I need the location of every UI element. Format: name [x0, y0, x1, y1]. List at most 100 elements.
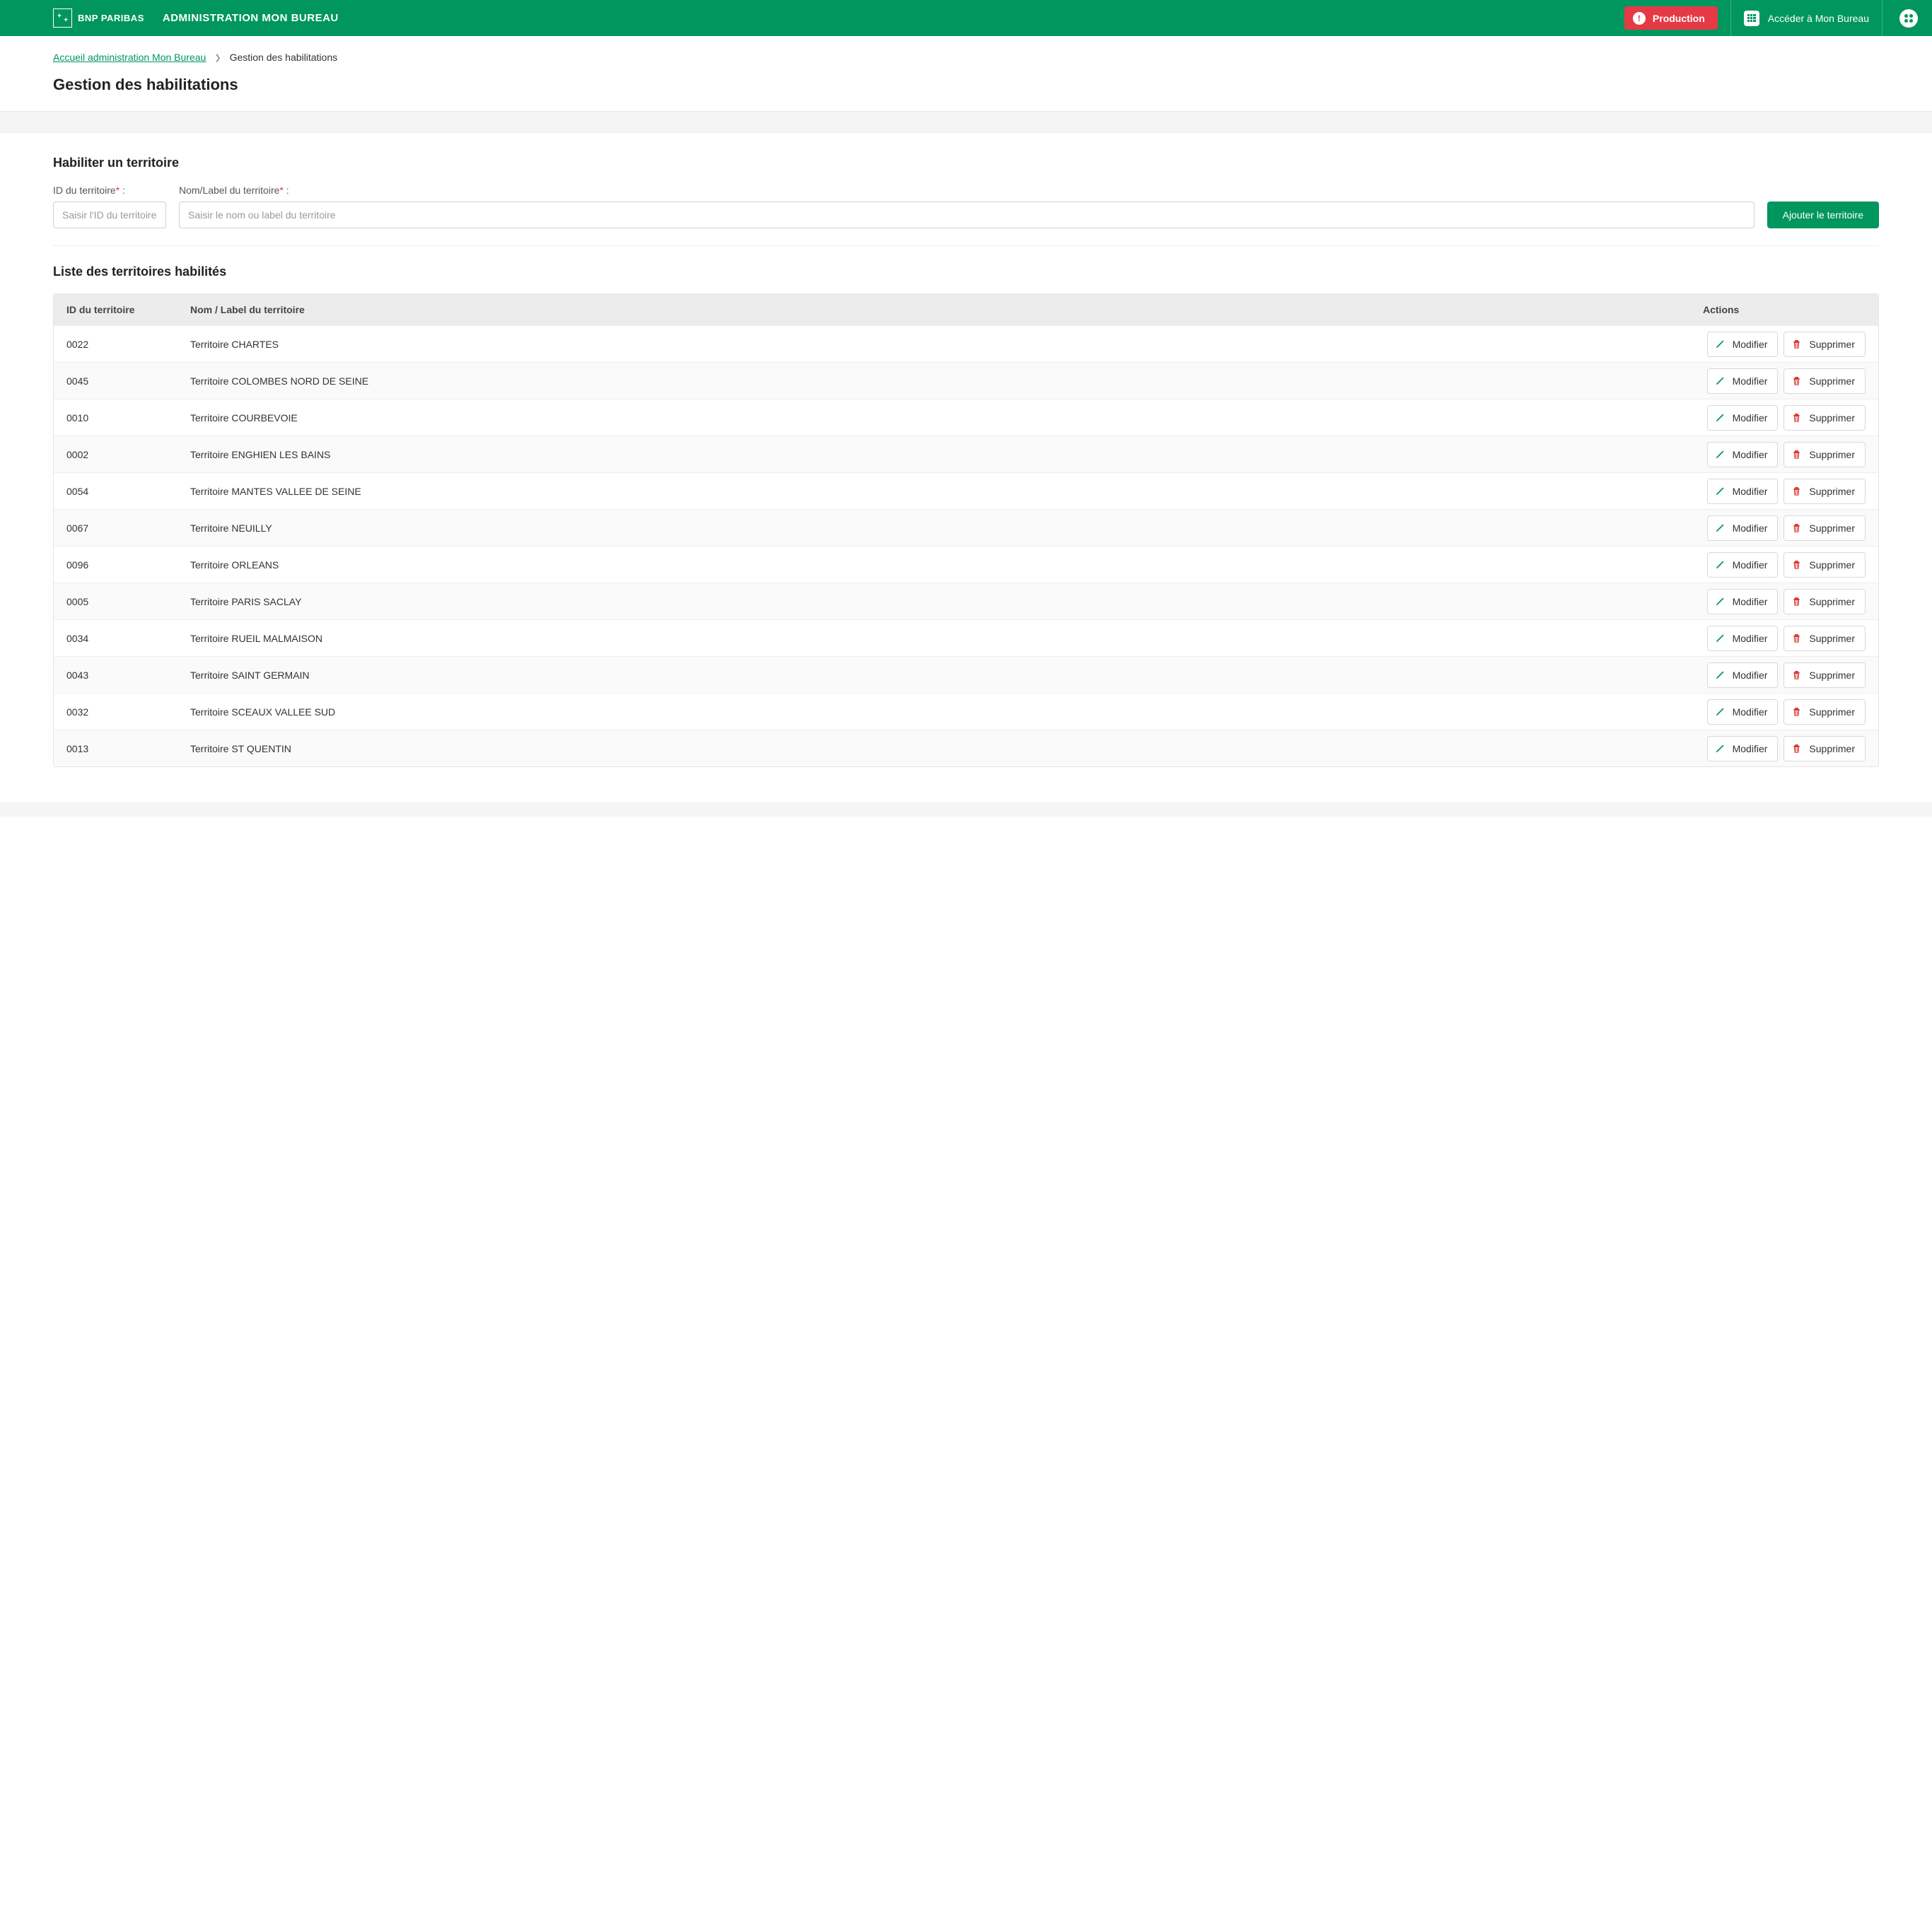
- table-row: 0032 Territoire SCEAUX VALLEE SUD Modifi…: [54, 693, 1878, 730]
- delete-button[interactable]: Supprimer: [1783, 736, 1866, 761]
- delete-button[interactable]: Supprimer: [1783, 479, 1866, 504]
- trash-icon: [1791, 375, 1802, 386]
- delete-button[interactable]: Supprimer: [1783, 332, 1866, 357]
- delete-label: Supprimer: [1809, 486, 1855, 497]
- modify-button[interactable]: Modifier: [1707, 368, 1779, 394]
- territory-id-label: ID du territoire* :: [53, 185, 166, 196]
- col-header-id: ID du territoire: [66, 304, 190, 315]
- territory-name-label: Nom/Label du territoire* :: [179, 185, 1754, 196]
- cell-name: Territoire ST QUENTIN: [190, 743, 1703, 754]
- cell-id: 0010: [66, 412, 190, 423]
- pencil-icon: [1715, 559, 1726, 570]
- table-row: 0067 Territoire NEUILLY Modifier Supprim…: [54, 509, 1878, 546]
- territory-id-field: ID du territoire* :: [53, 185, 166, 228]
- territory-name-input[interactable]: [179, 201, 1754, 228]
- modify-button[interactable]: Modifier: [1707, 552, 1779, 578]
- cell-id: 0022: [66, 339, 190, 350]
- territories-table: ID du territoire Nom / Label du territoi…: [53, 293, 1879, 767]
- access-bureau-link[interactable]: Accéder à Mon Bureau: [1744, 11, 1869, 26]
- apps-icon: [1904, 14, 1913, 23]
- cell-name: Territoire NEUILLY: [190, 522, 1703, 534]
- cell-id: 0067: [66, 522, 190, 534]
- modify-label: Modifier: [1733, 375, 1768, 387]
- cell-actions: Modifier Supprimer: [1703, 442, 1866, 467]
- modify-button[interactable]: Modifier: [1707, 442, 1779, 467]
- section-divider: [0, 112, 1932, 133]
- delete-label: Supprimer: [1809, 633, 1855, 644]
- delete-label: Supprimer: [1809, 375, 1855, 387]
- cell-name: Territoire COURBEVOIE: [190, 412, 1703, 423]
- grid-icon: [1744, 11, 1759, 26]
- table-row: 0054 Territoire MANTES VALLEE DE SEINE M…: [54, 472, 1878, 509]
- modify-button[interactable]: Modifier: [1707, 699, 1779, 725]
- modify-button[interactable]: Modifier: [1707, 589, 1779, 614]
- delete-button[interactable]: Supprimer: [1783, 405, 1866, 431]
- apps-button[interactable]: [1899, 9, 1918, 28]
- territory-id-input[interactable]: [53, 201, 166, 228]
- alert-icon: !: [1633, 12, 1646, 25]
- modify-label: Modifier: [1733, 449, 1768, 460]
- stars-icon: [56, 11, 70, 25]
- footer-divider: [0, 802, 1932, 817]
- delete-button[interactable]: Supprimer: [1783, 442, 1866, 467]
- production-label: Production: [1653, 13, 1705, 24]
- breadcrumb-current: Gestion des habilitations: [230, 52, 338, 63]
- modify-label: Modifier: [1733, 412, 1768, 423]
- modify-label: Modifier: [1733, 706, 1768, 718]
- trash-icon: [1791, 670, 1802, 680]
- pencil-icon: [1715, 706, 1726, 717]
- modify-label: Modifier: [1733, 559, 1768, 571]
- trash-icon: [1791, 412, 1802, 423]
- pencil-icon: [1715, 486, 1726, 496]
- delete-button[interactable]: Supprimer: [1783, 662, 1866, 688]
- delete-button[interactable]: Supprimer: [1783, 589, 1866, 614]
- table-row: 0096 Territoire ORLEANS Modifier Supprim…: [54, 546, 1878, 583]
- modify-label: Modifier: [1733, 596, 1768, 607]
- cell-id: 0043: [66, 670, 190, 681]
- pencil-icon: [1715, 743, 1726, 754]
- table-header: ID du territoire Nom / Label du territoi…: [54, 294, 1878, 325]
- table-row: 0022 Territoire CHARTES Modifier Supprim…: [54, 325, 1878, 362]
- pencil-icon: [1715, 670, 1726, 680]
- pencil-icon: [1715, 522, 1726, 533]
- cell-name: Territoire ORLEANS: [190, 559, 1703, 571]
- modify-label: Modifier: [1733, 486, 1768, 497]
- cell-id: 0032: [66, 706, 190, 718]
- delete-label: Supprimer: [1809, 522, 1855, 534]
- add-territory-form: ID du territoire* : Nom/Label du territo…: [53, 185, 1879, 246]
- cell-id: 0045: [66, 375, 190, 387]
- cell-actions: Modifier Supprimer: [1703, 699, 1866, 725]
- cell-name: Territoire PARIS SACLAY: [190, 596, 1703, 607]
- cell-actions: Modifier Supprimer: [1703, 515, 1866, 541]
- add-territory-button[interactable]: Ajouter le territoire: [1767, 201, 1879, 228]
- production-button[interactable]: ! Production: [1624, 6, 1718, 30]
- cell-actions: Modifier Supprimer: [1703, 736, 1866, 761]
- cell-id: 0034: [66, 633, 190, 644]
- cell-actions: Modifier Supprimer: [1703, 662, 1866, 688]
- modify-button[interactable]: Modifier: [1707, 405, 1779, 431]
- modify-button[interactable]: Modifier: [1707, 515, 1779, 541]
- main-content: Habiliter un territoire ID du territoire…: [0, 133, 1932, 802]
- page-title: Gestion des habilitations: [53, 76, 1879, 94]
- modify-button[interactable]: Modifier: [1707, 332, 1779, 357]
- delete-button[interactable]: Supprimer: [1783, 552, 1866, 578]
- modify-button[interactable]: Modifier: [1707, 736, 1779, 761]
- table-row: 0005 Territoire PARIS SACLAY Modifier Su…: [54, 583, 1878, 619]
- delete-button[interactable]: Supprimer: [1783, 626, 1866, 651]
- modify-button[interactable]: Modifier: [1707, 626, 1779, 651]
- cell-actions: Modifier Supprimer: [1703, 626, 1866, 651]
- trash-icon: [1791, 486, 1802, 496]
- modify-button[interactable]: Modifier: [1707, 479, 1779, 504]
- modify-button[interactable]: Modifier: [1707, 662, 1779, 688]
- delete-button[interactable]: Supprimer: [1783, 515, 1866, 541]
- cell-actions: Modifier Supprimer: [1703, 479, 1866, 504]
- modify-label: Modifier: [1733, 522, 1768, 534]
- cell-name: Territoire COLOMBES NORD DE SEINE: [190, 375, 1703, 387]
- cell-actions: Modifier Supprimer: [1703, 552, 1866, 578]
- col-header-name: Nom / Label du territoire: [190, 304, 1703, 315]
- breadcrumb-home-link[interactable]: Accueil administration Mon Bureau: [53, 52, 206, 63]
- delete-label: Supprimer: [1809, 596, 1855, 607]
- delete-button[interactable]: Supprimer: [1783, 699, 1866, 725]
- chevron-right-icon: ❯: [214, 53, 221, 62]
- delete-button[interactable]: Supprimer: [1783, 368, 1866, 394]
